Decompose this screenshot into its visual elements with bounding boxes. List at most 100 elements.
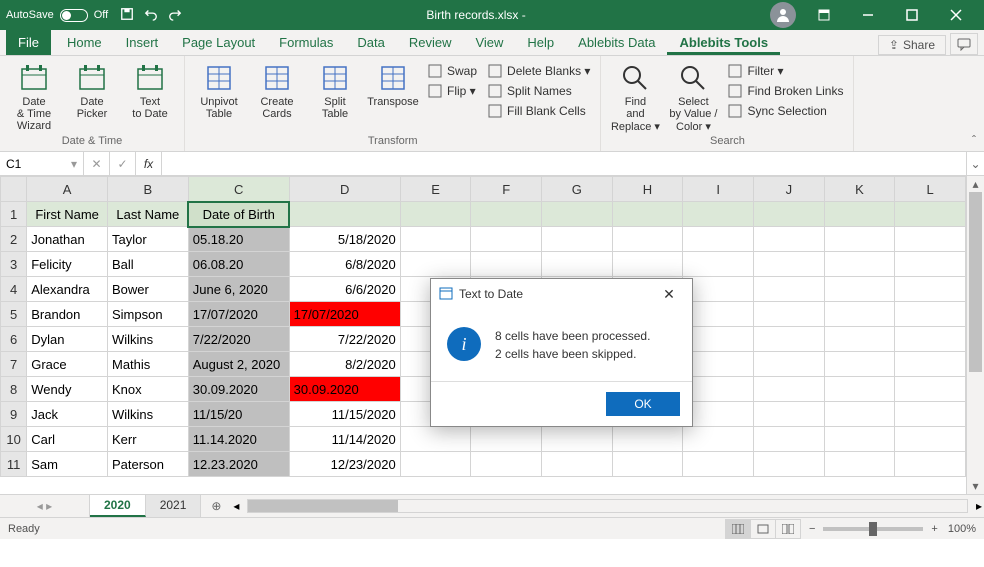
cell[interactable] — [895, 452, 966, 477]
name-box[interactable]: C1 ▾ — [0, 152, 84, 175]
tab-ablebits-tools[interactable]: Ablebits Tools — [667, 30, 780, 55]
cell[interactable] — [753, 352, 824, 377]
cell[interactable] — [289, 202, 400, 227]
normal-view-icon[interactable] — [725, 519, 751, 539]
hscroll-thumb[interactable] — [248, 500, 398, 512]
cell[interactable]: Carl — [27, 427, 108, 452]
horizontal-scrollbar[interactable]: ◂ ▸ — [231, 495, 984, 517]
sheet-tab-2021[interactable]: 2021 — [146, 495, 202, 517]
create-cards-button[interactable]: CreateCards — [249, 60, 305, 122]
row-header-11[interactable]: 11 — [1, 452, 27, 477]
cell[interactable] — [895, 252, 966, 277]
page-break-view-icon[interactable] — [775, 519, 801, 539]
cell[interactable] — [683, 277, 754, 302]
cell[interactable] — [895, 227, 966, 252]
zoom-out-icon[interactable]: − — [809, 523, 815, 535]
row-header-9[interactable]: 9 — [1, 402, 27, 427]
row-header-10[interactable]: 10 — [1, 427, 27, 452]
cell[interactable] — [471, 227, 542, 252]
scroll-left-icon[interactable]: ◂ — [233, 499, 239, 513]
zoom-slider[interactable] — [823, 527, 923, 531]
cell[interactable] — [753, 427, 824, 452]
cell[interactable] — [683, 377, 754, 402]
cell[interactable]: Taylor — [107, 227, 188, 252]
select-all-corner[interactable] — [1, 177, 27, 202]
col-header-K[interactable]: K — [824, 177, 895, 202]
zoom-level[interactable]: 100% — [948, 523, 976, 535]
row-header-6[interactable]: 6 — [1, 327, 27, 352]
transpose-button[interactable]: Transpose — [365, 60, 421, 110]
cell[interactable] — [683, 352, 754, 377]
row-header-1[interactable]: 1 — [1, 202, 27, 227]
cell[interactable] — [895, 277, 966, 302]
find-broken-links-button[interactable]: Find Broken Links — [723, 82, 847, 100]
cell[interactable] — [612, 227, 683, 252]
cell[interactable]: 11/15/2020 — [289, 402, 400, 427]
col-header-C[interactable]: C — [188, 177, 289, 202]
cell[interactable]: 5/18/2020 — [289, 227, 400, 252]
cell[interactable] — [542, 227, 613, 252]
row-header-2[interactable]: 2 — [1, 227, 27, 252]
cell[interactable] — [542, 252, 613, 277]
share-button[interactable]: ⇪Share — [878, 35, 946, 55]
cell[interactable] — [753, 377, 824, 402]
maximize-icon[interactable] — [890, 0, 934, 30]
cell[interactable] — [400, 202, 471, 227]
date-time-wizard-button[interactable]: Date& Time Wizard — [6, 60, 62, 134]
cell[interactable]: 30.09.2020 — [289, 377, 400, 402]
dialog-close-icon[interactable]: ✕ — [654, 286, 684, 303]
cell[interactable] — [824, 277, 895, 302]
cell[interactable] — [824, 402, 895, 427]
cell[interactable] — [683, 402, 754, 427]
cell[interactable] — [753, 452, 824, 477]
col-header-A[interactable]: A — [27, 177, 108, 202]
cell[interactable] — [471, 427, 542, 452]
col-header-E[interactable]: E — [400, 177, 471, 202]
comments-button[interactable] — [950, 33, 978, 55]
cell[interactable]: Simpson — [107, 302, 188, 327]
sync-selection-button[interactable]: Sync Selection — [723, 102, 847, 120]
cell[interactable]: Knox — [107, 377, 188, 402]
cell[interactable]: 11/15/20 — [188, 402, 289, 427]
zoom-in-icon[interactable]: + — [931, 523, 937, 535]
delete-blanks--button[interactable]: Delete Blanks ▾ — [483, 62, 594, 80]
cell[interactable]: 06.08.20 — [188, 252, 289, 277]
fx-icon[interactable]: fx — [136, 152, 162, 175]
filter--button[interactable]: Filter ▾ — [723, 62, 847, 80]
cell[interactable]: Felicity — [27, 252, 108, 277]
cell[interactable] — [895, 327, 966, 352]
col-header-L[interactable]: L — [895, 177, 966, 202]
sheet-tab-2020[interactable]: 2020 — [90, 495, 146, 517]
cell[interactable] — [683, 202, 754, 227]
cell[interactable] — [753, 327, 824, 352]
cell[interactable]: 05.18.20 — [188, 227, 289, 252]
row-header-3[interactable]: 3 — [1, 252, 27, 277]
cell[interactable]: 30.09.2020 — [188, 377, 289, 402]
add-sheet-button[interactable]: ⊕ — [201, 495, 231, 517]
tab-file[interactable]: File — [6, 30, 51, 55]
cell[interactable] — [753, 252, 824, 277]
undo-icon[interactable] — [144, 7, 158, 24]
cancel-formula-icon[interactable]: ✕ — [84, 152, 110, 175]
row-header-7[interactable]: 7 — [1, 352, 27, 377]
unpivot-table-button[interactable]: UnpivotTable — [191, 60, 247, 122]
cell[interactable] — [895, 377, 966, 402]
cell[interactable] — [753, 227, 824, 252]
collapse-ribbon-icon[interactable]: ˆ — [972, 133, 976, 147]
col-header-B[interactable]: B — [107, 177, 188, 202]
cell[interactable]: Grace — [27, 352, 108, 377]
cell[interactable]: Bower — [107, 277, 188, 302]
minimize-icon[interactable] — [846, 0, 890, 30]
date-picker-button[interactable]: DatePicker — [64, 60, 120, 122]
tab-data[interactable]: Data — [345, 30, 396, 55]
header-cell[interactable]: First Name — [27, 202, 108, 227]
cell[interactable]: 17/07/2020 — [188, 302, 289, 327]
cell[interactable]: Kerr — [107, 427, 188, 452]
scroll-up-icon[interactable]: ▴ — [967, 176, 984, 192]
col-header-G[interactable]: G — [542, 177, 613, 202]
cell[interactable] — [824, 227, 895, 252]
cell[interactable] — [542, 452, 613, 477]
cell[interactable] — [612, 202, 683, 227]
cell[interactable]: Wilkins — [107, 327, 188, 352]
cell[interactable]: 12.23.2020 — [188, 452, 289, 477]
